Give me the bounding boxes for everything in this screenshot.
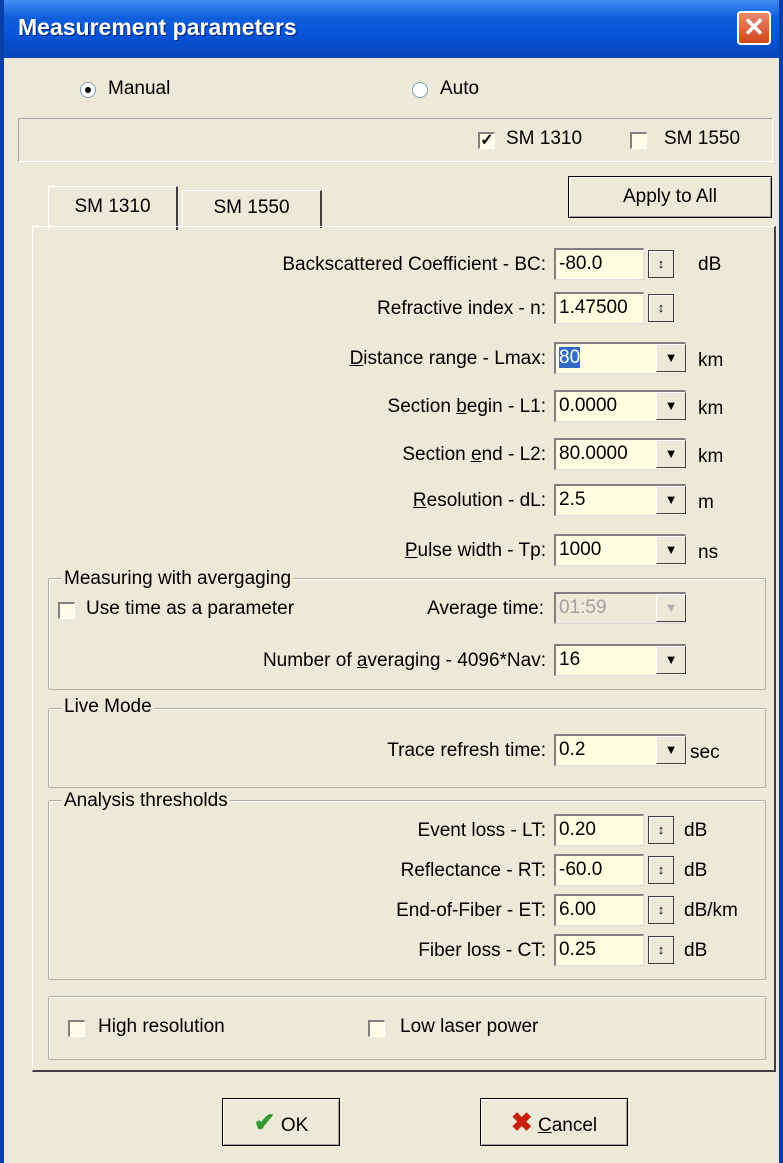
chevron-down-icon[interactable]: ▼ [656,736,686,764]
lt-unit: dB [684,820,708,841]
high-resolution-label: High resolution [98,1016,225,1037]
nav-label: Number of averaging - 4096*Nav: [262,650,546,671]
n-spin-icon[interactable]: ↕ [648,294,674,322]
bc-field[interactable]: -80.0 [554,248,644,280]
et-field[interactable]: 6.00 [554,894,644,926]
title-bar[interactable]: Measurement parameters ✕ [4,0,779,58]
ct-label: Fiber loss - CT: [418,940,546,961]
ok-label: OK [280,1115,309,1136]
chevron-down-icon[interactable]: ▼ [656,536,686,564]
tab-sm1550[interactable]: SM 1550 [182,190,322,228]
use-time-checkbox[interactable] [58,602,75,619]
tab-sm1310[interactable]: SM 1310 [48,186,178,230]
lmax-value: 80 [559,347,581,368]
n-field[interactable]: 1.47500 [554,292,644,324]
bc-spin-icon[interactable]: ↕ [648,250,674,278]
avg-time-label: Average time: [427,598,544,619]
sm1550-label: SM 1550 [664,128,741,149]
auto-label: Auto [440,78,480,99]
tp-unit: ns [698,542,719,563]
et-unit: dB/km [684,900,738,921]
auto-radio[interactable] [412,82,428,98]
x-icon: ✖ [510,1107,533,1137]
bc-unit: dB [698,254,722,275]
high-resolution-checkbox[interactable] [68,1020,85,1037]
l2-label: Section end - L2: [402,444,546,465]
ct-unit: dB [684,940,708,961]
l1-label: Section begin - L1: [387,396,546,417]
et-label: End-of-Fiber - ET: [396,900,546,921]
live-mode-legend: Live Mode [62,696,154,718]
check-icon: ✔ [253,1107,276,1137]
n-label: Refractive index - n: [377,298,546,319]
lt-label: Event loss - LT: [417,820,546,841]
apply-to-all-button[interactable]: Apply to All [568,176,772,218]
lt-spin-icon[interactable]: ↕ [648,816,674,844]
refresh-unit: sec [690,742,720,763]
rt-field[interactable]: -60.0 [554,854,644,886]
chevron-down-icon[interactable]: ▼ [656,440,686,468]
chevron-down-icon[interactable]: ▼ [656,392,686,420]
manual-label: Manual [108,78,171,99]
lmax-unit: km [698,350,724,371]
close-button[interactable]: ✕ [737,11,771,45]
et-spin-icon[interactable]: ↕ [648,896,674,924]
manual-radio[interactable] [80,82,96,98]
refresh-label: Trace refresh time: [387,740,546,761]
tp-label: Pulse width - Tp: [404,540,546,561]
sm1310-checkbox[interactable]: ✓ [478,132,495,149]
low-laser-power-label: Low laser power [400,1016,539,1037]
sm1550-checkbox[interactable] [630,132,647,149]
chevron-down-icon: ▼ [656,594,686,622]
rt-unit: dB [684,860,708,881]
low-laser-power-checkbox[interactable] [368,1020,385,1037]
l1-unit: km [698,398,724,419]
sm1310-label: SM 1310 [506,128,583,149]
rt-spin-icon[interactable]: ↕ [648,856,674,884]
l2-unit: km [698,446,724,467]
rt-label: Reflectance - RT: [400,860,546,881]
ct-spin-icon[interactable]: ↕ [648,936,674,964]
ct-field[interactable]: 0.25 [554,934,644,966]
dl-unit: m [698,492,714,513]
lmax-label: Distance range - Lmax: [349,348,546,369]
ok-button[interactable]: ✔ OK [222,1098,340,1146]
measurement-parameters-dialog: Measurement parameters ✕ Manual Auto ✓ S… [0,0,783,1163]
cancel-button[interactable]: ✖ Cancel [480,1098,628,1146]
chevron-down-icon[interactable]: ▼ [656,486,686,514]
window-title: Measurement parameters [18,14,297,40]
lt-field[interactable]: 0.20 [554,814,644,846]
use-time-label: Use time as a parameter [86,598,295,619]
analysis-legend: Analysis thresholds [62,790,230,812]
chevron-down-icon[interactable]: ▼ [656,344,686,372]
averaging-legend: Measuring with avergaging [62,568,294,590]
dl-label: Resolution - dL: [412,490,546,511]
bc-label: Backscattered Coefficient - BC: [282,254,546,275]
cancel-label: Cancel [537,1115,598,1136]
wavelength-panel [18,118,773,162]
chevron-down-icon[interactable]: ▼ [656,646,686,674]
